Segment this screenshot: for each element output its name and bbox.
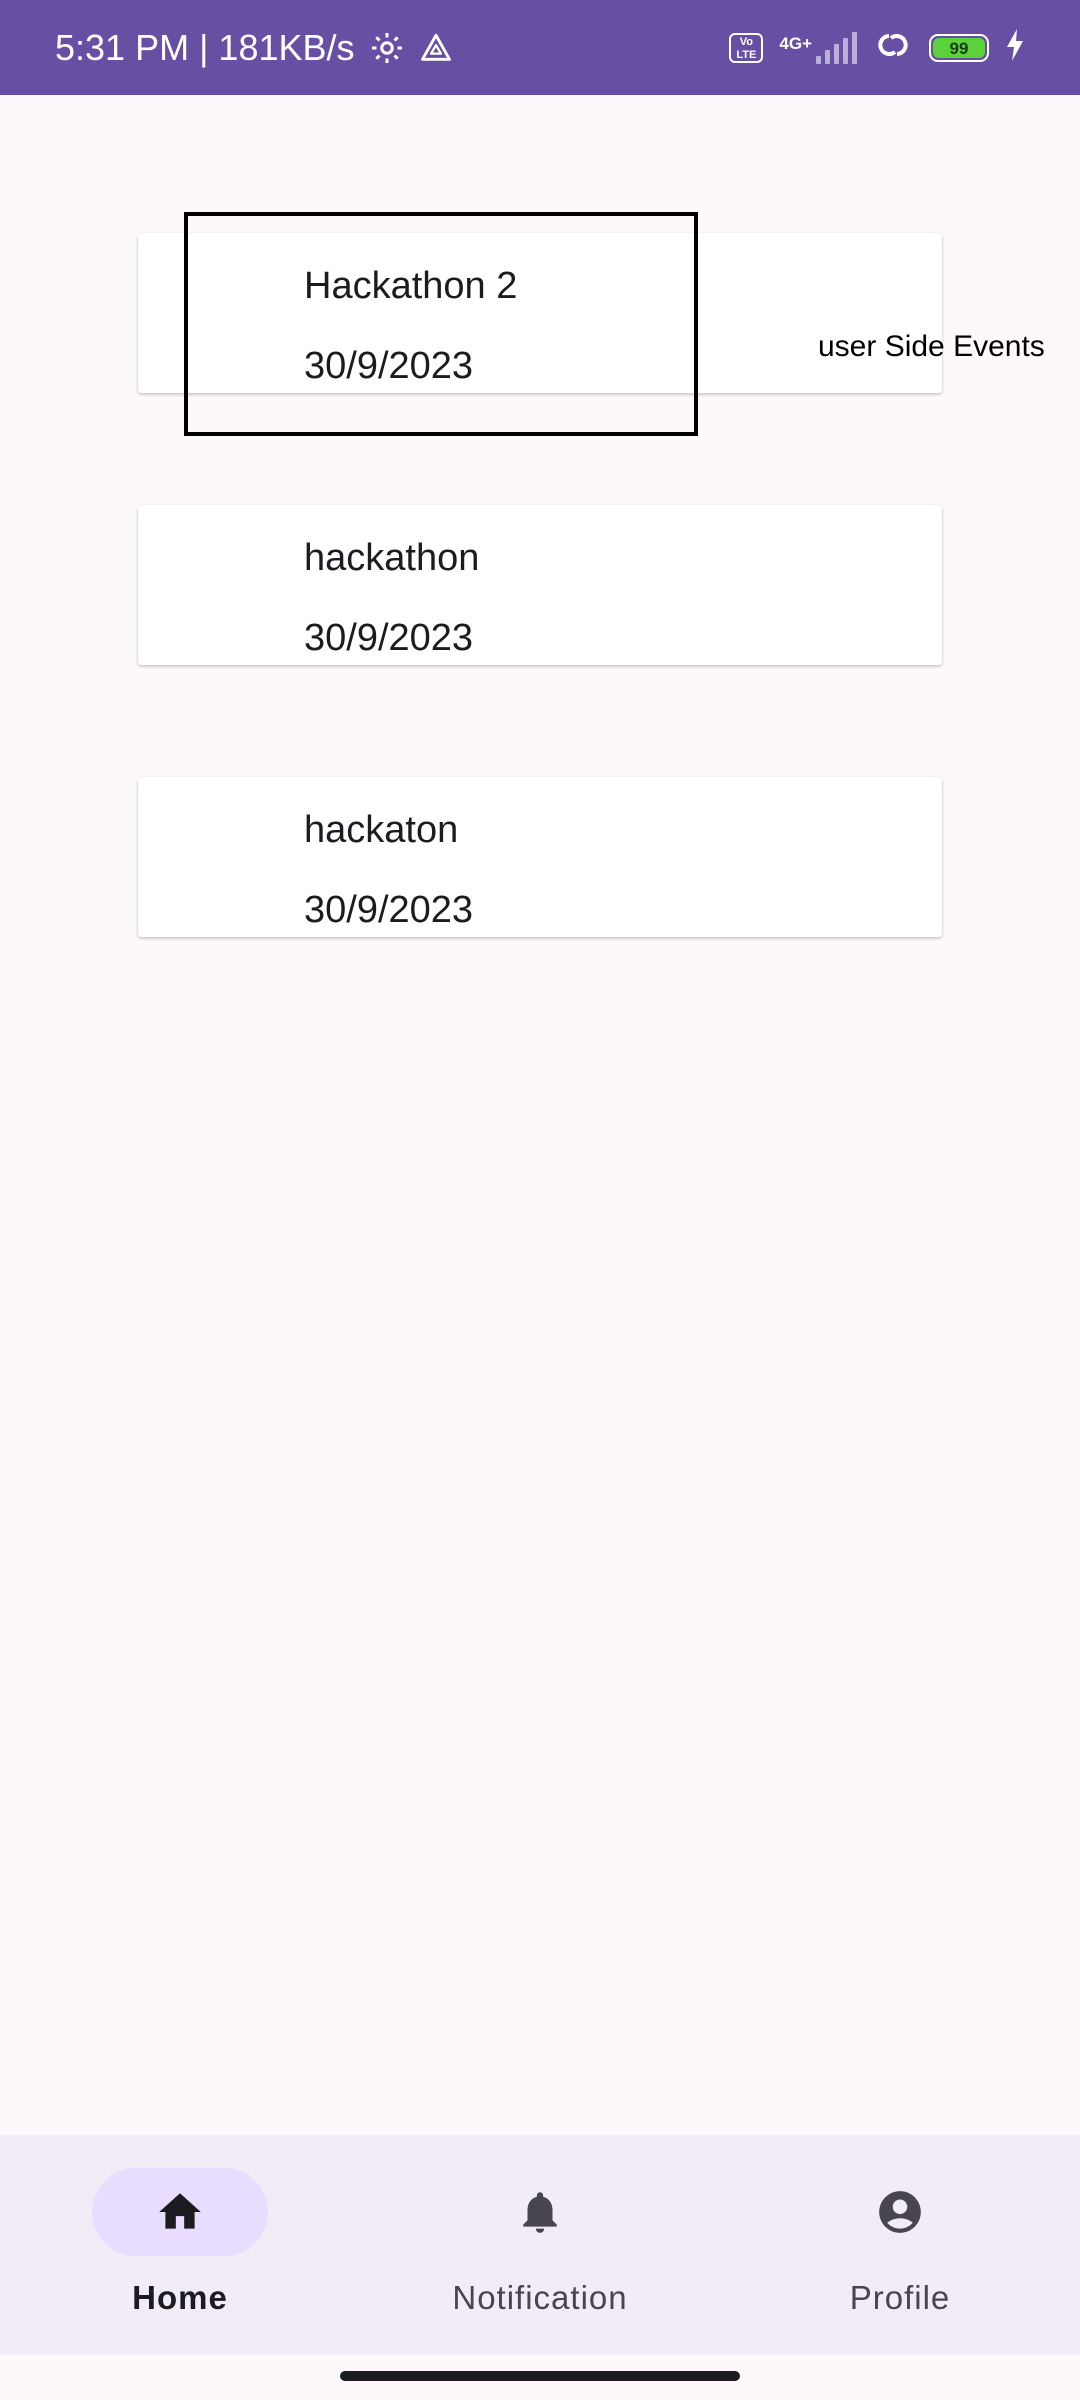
event-card[interactable]: hackathon 30/9/2023 xyxy=(138,505,942,665)
bell-icon xyxy=(523,2192,557,2233)
account-circle-icon xyxy=(879,2191,921,2233)
battery-level: 99 xyxy=(933,37,985,58)
gesture-home-indicator[interactable] xyxy=(340,2371,740,2381)
nav-item-home[interactable]: Home xyxy=(0,2135,360,2355)
status-left: 5:31 PM | 181KB/s xyxy=(55,0,453,95)
status-right: Vo LTE 4G+ 99 xyxy=(729,0,1025,95)
nav-label-profile: Profile xyxy=(849,2279,951,2316)
nav-item-profile[interactable]: Profile xyxy=(720,2135,1080,2355)
annotation-label: user Side Events xyxy=(818,330,1045,363)
nav-label-home: Home xyxy=(132,2279,228,2316)
event-date: 30/9/2023 xyxy=(304,889,474,931)
home-icon xyxy=(159,2193,201,2229)
event-card[interactable]: hackaton 30/9/2023 xyxy=(138,777,942,937)
signal-bars xyxy=(816,31,857,64)
bottom-navigation: Home Notification Profile xyxy=(0,2135,1080,2355)
event-date: 30/9/2023 xyxy=(304,617,474,659)
status-bar: 5:31 PM | 181KB/s Vo LTE 4G+ 99 xyxy=(0,0,1080,95)
charging-bolt-icon xyxy=(1005,29,1025,66)
annotation-highlight-box xyxy=(184,212,698,436)
nav-item-notification[interactable]: Notification xyxy=(360,2135,720,2355)
signal-icon: 4G+ xyxy=(779,31,857,64)
status-time-speed: 5:31 PM | 181KB/s xyxy=(55,26,355,68)
event-title: hackaton xyxy=(304,809,459,851)
event-title: hackathon xyxy=(304,537,480,579)
settings-gear-icon xyxy=(369,30,405,66)
battery-icon: 99 xyxy=(929,33,989,62)
link-loop-icon xyxy=(873,28,913,67)
drive-triangle-icon xyxy=(419,31,453,65)
volte-badge: Vo LTE xyxy=(729,32,764,63)
nav-label-notification: Notification xyxy=(452,2279,628,2316)
network-type: 4G+ xyxy=(779,33,812,53)
